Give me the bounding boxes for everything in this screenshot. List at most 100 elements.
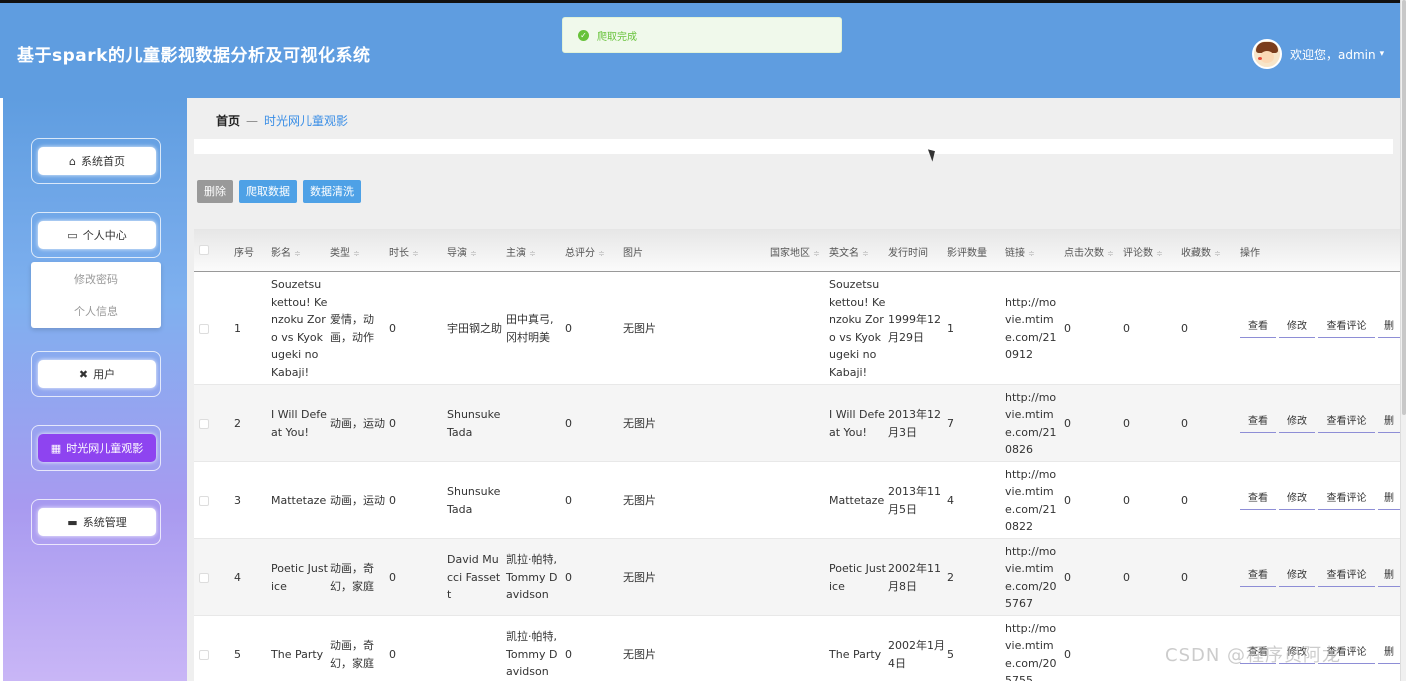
row-checkbox[interactable] <box>199 572 209 583</box>
search-bar-area <box>194 139 1393 154</box>
sort-icon: ≑ <box>353 249 360 258</box>
select-all-checkbox[interactable] <box>199 245 209 255</box>
cell-score: 0 <box>565 570 572 584</box>
view-button[interactable]: 查看 <box>1240 567 1276 587</box>
sidebar-frame-profile: ▭ 个人中心 <box>31 212 161 258</box>
cell-clicks: 0 <box>1064 321 1071 335</box>
clean-data-button[interactable]: 数据清洗 <box>303 180 361 203</box>
grid-icon: ▦ <box>50 441 62 455</box>
sort-icon: ≑ <box>529 249 536 258</box>
edit-button[interactable]: 修改 <box>1279 567 1315 587</box>
col-actors[interactable]: 主演 ≑ <box>506 244 536 259</box>
col-picture: 图片 <box>623 248 643 259</box>
row-checkbox[interactable] <box>199 649 209 660</box>
cell-actors: 凯拉·帕特,Tommy Davidson <box>506 553 558 601</box>
edit-button[interactable]: 修改 <box>1279 413 1315 433</box>
toolbar: 删除 爬取数据 数据清洗 <box>197 180 367 203</box>
view-comments-button[interactable]: 查看评论 <box>1318 490 1375 510</box>
cell-type: 动画，奇幻，家庭 <box>330 639 374 670</box>
col-score[interactable]: 总评分 ≑ <box>565 244 605 259</box>
cell-type: 动画，运动 <box>330 416 385 430</box>
col-en-name[interactable]: 英文名 ≑ <box>829 244 869 259</box>
row-checkbox[interactable] <box>199 495 209 506</box>
col-link[interactable]: 链接 ≑ <box>1005 244 1035 259</box>
col-region[interactable]: 国家地区 ≑ <box>770 244 820 259</box>
cell-picture: 无图片 <box>623 321 656 335</box>
sidebar-frame-mtime: ▦ 时光网儿童观影 <box>31 425 161 471</box>
sidebar-item-profile[interactable]: ▭ 个人中心 <box>38 221 156 249</box>
cell-index: 5 <box>234 647 241 661</box>
cell-release: 1999年12月29日 <box>888 313 941 344</box>
sort-icon: ≑ <box>813 249 820 258</box>
cell-director: Shunsuke Tada <box>447 408 501 439</box>
row-checkbox[interactable] <box>199 323 209 334</box>
cell-duration: 0 <box>389 647 396 661</box>
sidebar-item-users[interactable]: ✖ 用户 <box>38 360 156 388</box>
col-director[interactable]: 导演 ≑ <box>447 244 477 259</box>
table-row: 3 Mattetaze 动画，运动 0 Shunsuke Tada 0 无图片 Matteta… <box>194 462 1400 539</box>
welcome-text[interactable]: 欢迎您，admin <box>1290 46 1376 63</box>
delete-button[interactable]: 删除 <box>197 180 233 203</box>
table-row: 4 Poetic Justice 动画，奇幻，家庭 0 David Mucci Fass… <box>194 539 1400 616</box>
col-release: 发行时间 <box>888 248 928 259</box>
movie-table: 序号 影名 ≑ 类型 ≑ 时长 ≑ 导演 ≑ 主演 ≑ 总评分 ≑ 图片 国家地区 ≑ 英文名… <box>194 229 1400 681</box>
sidebar-item-label: 用户 <box>93 368 116 381</box>
submenu-personal-info[interactable]: 个人信息 <box>31 297 161 326</box>
cell-favorites: 0 <box>1181 493 1188 507</box>
col-duration[interactable]: 时长 ≑ <box>389 244 419 259</box>
sort-icon: ≑ <box>470 249 477 258</box>
edit-button[interactable]: 修改 <box>1279 490 1315 510</box>
sidebar-item-system[interactable]: ▬ 系统管理 <box>38 508 156 536</box>
chevron-down-icon[interactable]: ▾ <box>1380 49 1385 59</box>
sidebar-item-mtime[interactable]: ▦ 时光网儿童观影 <box>38 434 156 462</box>
cell-rating-count: 1 <box>947 321 954 335</box>
id-card-icon: ▭ <box>67 228 78 242</box>
cell-score: 0 <box>565 321 572 335</box>
cell-director: 宇田钢之助 <box>447 321 502 335</box>
home-icon: ⌂ <box>69 154 76 168</box>
col-clicks[interactable]: 点击次数 ≑ <box>1064 244 1114 259</box>
col-comments[interactable]: 评论数 ≑ <box>1123 244 1163 259</box>
delete-row-button[interactable]: 删 <box>1378 644 1400 664</box>
cell-index: 3 <box>234 493 241 507</box>
delete-row-button[interactable]: 删 <box>1378 413 1400 433</box>
view-button[interactable]: 查看 <box>1240 318 1276 338</box>
delete-row-button[interactable]: 删 <box>1378 567 1400 587</box>
avatar[interactable] <box>1252 39 1282 69</box>
breadcrumb-home[interactable]: 首页 <box>216 114 240 128</box>
cell-rating-count: 4 <box>947 493 954 507</box>
cell-comments: 0 <box>1123 570 1130 584</box>
view-comments-button[interactable]: 查看评论 <box>1318 318 1375 338</box>
user-menu[interactable]: 欢迎您，admin ▾ <box>1252 39 1384 69</box>
view-comments-button[interactable]: 查看评论 <box>1318 413 1375 433</box>
cell-rating-count: 2 <box>947 570 954 584</box>
cell-clicks: 0 <box>1064 570 1071 584</box>
cell-score: 0 <box>565 416 572 430</box>
success-toast: ✓ 爬取完成 <box>562 17 842 53</box>
cell-name: Poetic Justice <box>271 562 328 593</box>
edit-button[interactable]: 修改 <box>1279 318 1315 338</box>
scrollbar-thumb[interactable] <box>1402 0 1406 415</box>
sidebar-item-home[interactable]: ⌂ 系统首页 <box>38 147 156 175</box>
sidebar-frame-system: ▬ 系统管理 <box>31 499 161 545</box>
delete-row-button[interactable]: 删 <box>1378 490 1400 510</box>
view-button[interactable]: 查看 <box>1240 490 1276 510</box>
submenu-change-password[interactable]: 修改密码 <box>31 265 161 294</box>
scrollbar[interactable] <box>1400 0 1406 681</box>
row-checkbox[interactable] <box>199 418 209 429</box>
cell-comments: 0 <box>1123 493 1130 507</box>
sort-icon: ≑ <box>1028 249 1035 258</box>
sort-icon: ≑ <box>1107 249 1114 258</box>
cell-en-name: Souzetsu kettou! Kenzoku Zoro vs Kyokuge… <box>829 278 886 379</box>
cell-picture: 无图片 <box>623 493 656 507</box>
col-favorites[interactable]: 收藏数 ≑ <box>1181 244 1221 259</box>
col-name[interactable]: 影名 ≑ <box>271 244 301 259</box>
col-type[interactable]: 类型 ≑ <box>330 244 360 259</box>
delete-row-button[interactable]: 删 <box>1378 318 1400 338</box>
cell-clicks: 0 <box>1064 493 1071 507</box>
cell-director: David Mucci Fassett <box>447 553 501 601</box>
view-comments-button[interactable]: 查看评论 <box>1318 567 1375 587</box>
view-button[interactable]: 查看 <box>1240 413 1276 433</box>
crawl-button[interactable]: 爬取数据 <box>239 180 297 203</box>
user-badge-icon: ✖ <box>78 367 89 381</box>
